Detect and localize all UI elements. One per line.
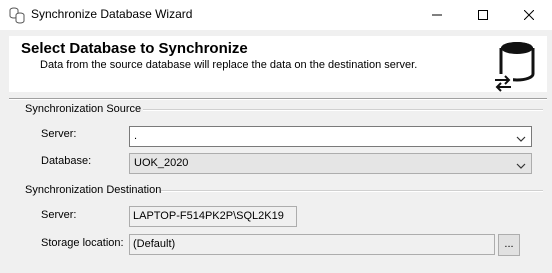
destination-server-field[interactable]: LAPTOP-F514PK2P\SQL2K19 (129, 206, 297, 227)
destination-server-label: Server: (41, 209, 77, 221)
source-database-combobox[interactable]: UOK_2020 (129, 153, 532, 174)
storage-location-label: Storage location: (41, 237, 124, 249)
source-group-divider (143, 109, 543, 111)
source-database-label: Database: (41, 155, 92, 167)
chevron-down-icon (516, 132, 526, 146)
maximize-button[interactable] (460, 0, 506, 30)
source-database-value: UOK_2020 (134, 157, 189, 169)
page-title: Select Database to Synchronize (21, 40, 248, 57)
storage-location-field[interactable]: (Default) (129, 234, 495, 255)
chevron-down-icon (516, 159, 526, 173)
source-server-label: Server: (41, 128, 77, 140)
database-sync-icon (8, 6, 26, 24)
page-description: Data from the source database will repla… (40, 59, 418, 71)
destination-server-value: LAPTOP-F514PK2P\SQL2K19 (133, 210, 284, 222)
browse-button[interactable]: ... (498, 234, 520, 256)
source-group-label: Synchronization Source (25, 103, 142, 115)
storage-location-value: (Default) (133, 238, 176, 250)
title-bar: Synchronize Database Wizard (0, 0, 552, 30)
source-server-value: . (134, 130, 138, 142)
close-button[interactable] (506, 0, 552, 30)
minimize-icon (432, 14, 442, 16)
maximize-icon (478, 10, 488, 20)
database-sync-arrows-icon (491, 40, 541, 95)
close-icon (524, 10, 534, 20)
minimize-button[interactable] (414, 0, 460, 30)
destination-group-label: Synchronization Destination (25, 184, 162, 196)
source-server-combobox[interactable]: . (129, 126, 532, 147)
header-separator (9, 98, 547, 100)
window-title: Synchronize Database Wizard (31, 7, 193, 21)
destination-group-divider (161, 190, 543, 192)
wizard-header: Select Database to Synchronize Data from… (9, 36, 547, 92)
